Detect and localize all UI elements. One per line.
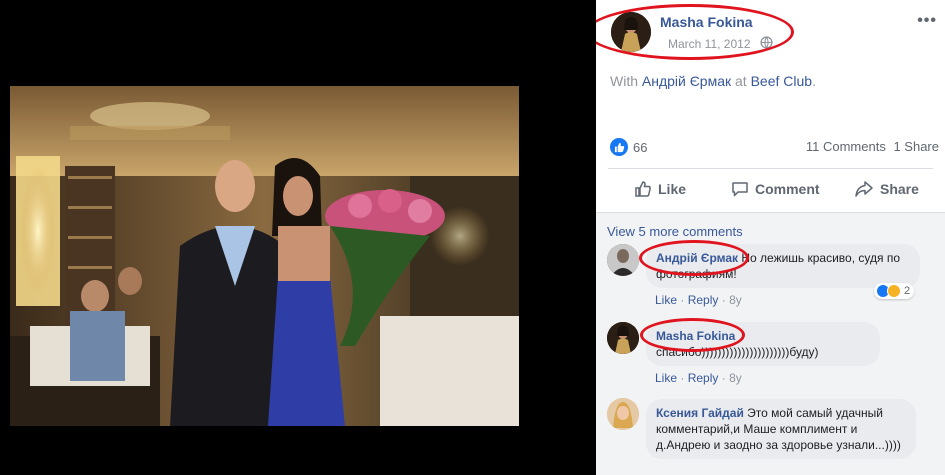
comment-actions: Like · Reply · 8y xyxy=(655,293,742,307)
comment-icon xyxy=(732,182,748,197)
like-label: Like xyxy=(658,181,687,197)
more-options-icon[interactable]: ••• xyxy=(917,12,937,30)
like-reaction-icon xyxy=(610,138,628,156)
comments-count-link[interactable]: 11 Comments xyxy=(806,139,886,154)
commenter-avatar-image xyxy=(607,398,639,430)
post-panel: Masha Fokina March 11, 2012 ••• With Анд… xyxy=(596,0,945,475)
comment-bubble: Masha Fokina спасибо))))))))))))))))))))… xyxy=(646,322,880,366)
comment-age[interactable]: 8y xyxy=(729,371,742,385)
comment-age[interactable]: 8y xyxy=(729,293,742,307)
share-label: Share xyxy=(880,181,919,197)
separator: · xyxy=(680,371,685,385)
comment-author-link[interactable]: Masha Fokina xyxy=(656,329,735,343)
like-button[interactable]: Like xyxy=(634,180,686,198)
thumbs-up-icon xyxy=(635,181,651,197)
comment-bubble: Ксения Гайдай Это мой самый удачный комм… xyxy=(646,399,916,459)
shares-count-link[interactable]: 1 Share xyxy=(893,139,939,154)
divider xyxy=(596,212,945,213)
comment-actions: Like · Reply · 8y xyxy=(655,371,742,385)
author-name-link[interactable]: Masha Fokina xyxy=(660,14,753,30)
comment-reactions[interactable]: 2 xyxy=(874,283,915,299)
comment-bubble: Андрій Єрмак Но лежишь красиво, судя по … xyxy=(646,244,920,288)
photo-image xyxy=(10,86,519,426)
author-avatar-image xyxy=(611,12,651,52)
commenter-avatar[interactable] xyxy=(607,322,639,354)
place-link[interactable]: Beef Club xyxy=(751,73,812,89)
comment-button[interactable]: Comment xyxy=(731,180,820,198)
reaction-summary[interactable]: 66 xyxy=(610,137,647,157)
comment-label: Comment xyxy=(755,181,820,197)
comment-reply-link[interactable]: Reply xyxy=(688,293,719,307)
post-tag-line: With Андрій Єрмак at Beef Club. xyxy=(610,73,816,89)
reaction-count: 66 xyxy=(633,139,648,155)
comment-text: спасибо))))))))))))))))))))))буду) xyxy=(656,345,819,359)
post-timestamp[interactable]: March 11, 2012 xyxy=(668,37,751,51)
comment-author-link[interactable]: Андрій Єрмак xyxy=(656,251,738,265)
comment-reply-link[interactable]: Reply xyxy=(688,371,719,385)
place-suffix: . xyxy=(812,73,816,89)
comment-like-link[interactable]: Like xyxy=(655,293,677,307)
globe-icon xyxy=(760,36,773,49)
separator: · xyxy=(721,371,726,385)
comment-reaction-count: 2 xyxy=(904,285,911,297)
share-button[interactable]: Share xyxy=(854,180,919,198)
tagged-person-link[interactable]: Андрій Єрмак xyxy=(642,73,731,89)
separator: · xyxy=(680,293,685,307)
author-avatar[interactable] xyxy=(611,12,651,52)
at-word: at xyxy=(735,73,747,89)
comment-like-link[interactable]: Like xyxy=(655,371,677,385)
share-icon xyxy=(855,181,873,197)
commenter-avatar[interactable] xyxy=(607,244,639,276)
separator: · xyxy=(721,293,726,307)
commenter-avatar-image xyxy=(607,322,639,354)
divider xyxy=(608,168,933,169)
photo-viewer xyxy=(0,0,596,475)
comment-author-link[interactable]: Ксения Гайдай xyxy=(656,406,744,420)
haha-reaction-icon xyxy=(887,284,901,298)
engagement-counts: 11 Comments 1 Share xyxy=(806,139,939,154)
with-prefix: With xyxy=(610,73,638,89)
view-more-comments-link[interactable]: View 5 more comments xyxy=(607,224,743,239)
commenter-avatar-image xyxy=(607,244,639,276)
commenter-avatar[interactable] xyxy=(607,398,639,430)
post-photo[interactable] xyxy=(10,86,519,426)
